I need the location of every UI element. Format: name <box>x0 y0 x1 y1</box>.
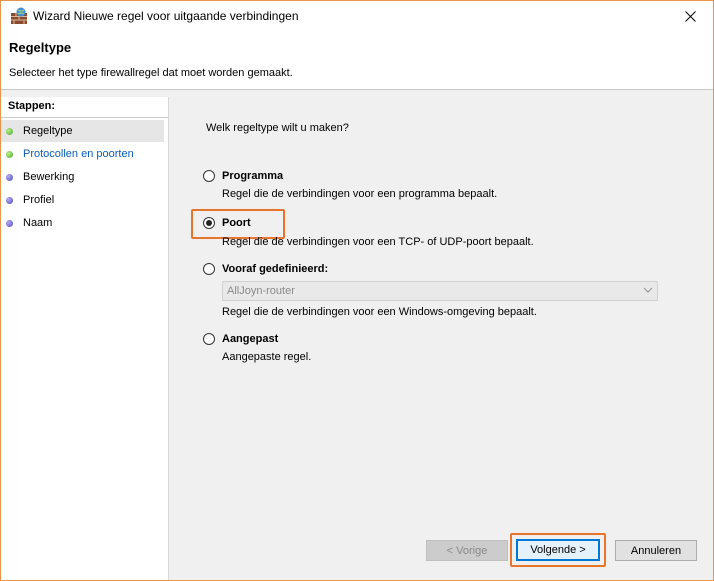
step-pending-icon <box>6 196 13 204</box>
close-button[interactable] <box>667 1 713 32</box>
chevron-down-icon <box>643 287 653 293</box>
step-label: Regeltype <box>23 125 73 137</box>
step-profiel: Profiel <box>1 189 164 211</box>
option-desc-vooraf-gedefinieerd: Regel die de verbindingen voor een Windo… <box>222 306 537 318</box>
content-panel: Welk regeltype wilt u maken? Programma R… <box>169 97 713 580</box>
option-label-aangepast[interactable]: Aangepast <box>222 333 278 345</box>
option-label-programma[interactable]: Programma <box>222 170 283 182</box>
steps-panel: Stappen: Regeltype Protocollen en poorte… <box>1 97 169 580</box>
step-bewerking: Bewerking <box>1 166 164 188</box>
title-bar[interactable]: Wizard Nieuwe regel voor uitgaande verbi… <box>1 1 713 32</box>
radio-vooraf-gedefinieerd[interactable] <box>203 263 215 275</box>
radio-poort[interactable] <box>203 217 215 229</box>
close-icon <box>684 11 696 22</box>
predefined-rule-select[interactable]: AllJoyn-router <box>222 281 658 301</box>
step-label: Naam <box>23 217 53 229</box>
back-button[interactable]: < Vorige <box>426 540 508 561</box>
wizard-header: Regeltype Selecteer het type firewallreg… <box>1 32 713 90</box>
step-label: Profiel <box>23 194 55 206</box>
option-desc-poort: Regel die de verbindingen voor een TCP- … <box>222 236 534 248</box>
step-label: Protocollen en poorten <box>23 148 134 160</box>
step-complete-icon <box>6 127 13 135</box>
wizard-window: Wizard Nieuwe regel voor uitgaande verbi… <box>0 0 714 581</box>
step-naam: Naam <box>1 212 164 234</box>
step-regeltype: Regeltype <box>1 120 164 142</box>
page-title: Regeltype <box>9 40 72 55</box>
option-label-vooraf-gedefinieerd[interactable]: Vooraf gedefinieerd: <box>222 263 328 275</box>
step-label: Bewerking <box>23 171 75 183</box>
firewall-icon <box>11 7 27 24</box>
option-desc-aangepast: Aangepaste regel. <box>222 351 312 363</box>
step-pending-icon <box>6 173 13 181</box>
next-button[interactable]: Volgende > <box>516 539 600 561</box>
radio-programma[interactable] <box>203 170 215 182</box>
option-desc-programma: Regel die de verbindingen voor een progr… <box>222 188 498 200</box>
step-complete-icon <box>6 150 13 158</box>
steps-title: Stappen: <box>8 100 56 112</box>
option-label-poort[interactable]: Poort <box>222 217 251 229</box>
radio-aangepast[interactable] <box>203 333 215 345</box>
page-subtitle: Selecteer het type firewallregel dat moe… <box>9 67 293 79</box>
predefined-rule-value: AllJoyn-router <box>227 285 295 297</box>
step-pending-icon <box>6 219 13 227</box>
step-protocollen-en-poorten[interactable]: Protocollen en poorten <box>1 143 164 165</box>
cancel-button[interactable]: Annuleren <box>615 540 697 561</box>
steps-divider <box>1 117 168 118</box>
window-title: Wizard Nieuwe regel voor uitgaande verbi… <box>33 9 299 23</box>
rule-type-question: Welk regeltype wilt u maken? <box>206 122 349 134</box>
